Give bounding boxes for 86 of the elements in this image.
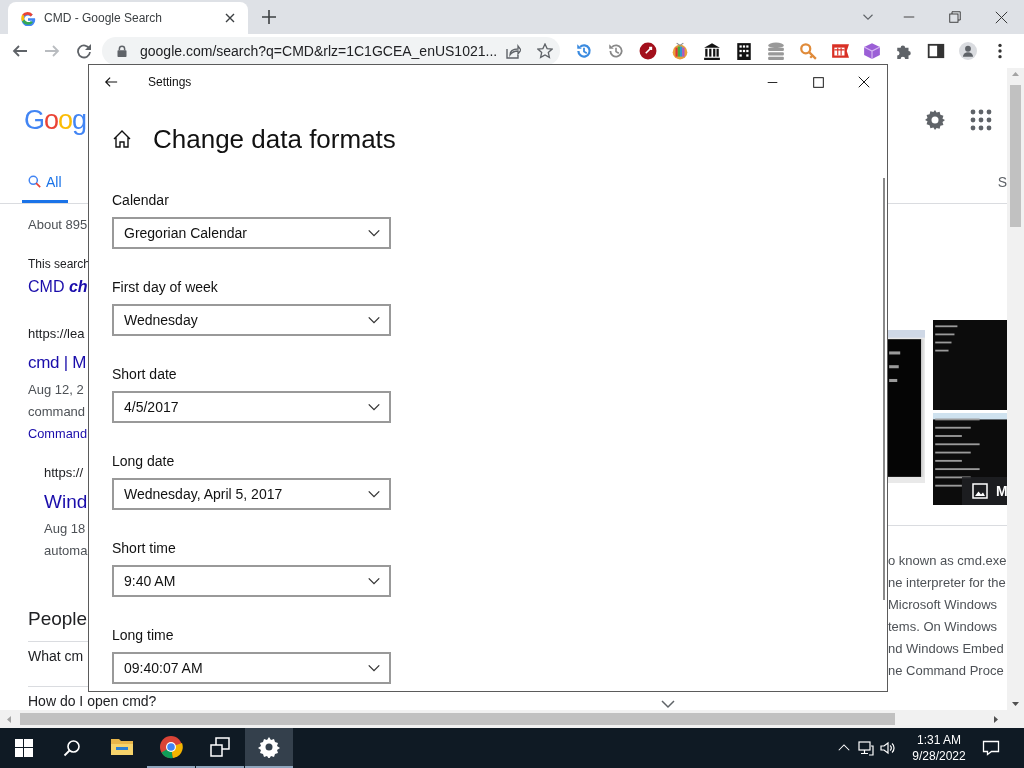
- clock-time[interactable]: 1:31 AM: [917, 732, 961, 748]
- scrollbar[interactable]: [883, 178, 885, 600]
- description-line: Microsoft Windows: [888, 596, 998, 614]
- google-logo[interactable]: Goog: [24, 104, 87, 136]
- description-line: nd Windows Embed: [888, 640, 1004, 658]
- field-label: Long date: [112, 452, 175, 471]
- maximize-icon[interactable]: [812, 76, 824, 88]
- back-icon[interactable]: [12, 43, 28, 59]
- home-icon[interactable]: [112, 129, 132, 149]
- notification-icon[interactable]: [982, 739, 1000, 757]
- network-icon[interactable]: [858, 740, 874, 756]
- search-icon: [28, 175, 41, 188]
- field-label: Long time: [112, 626, 174, 645]
- field-label: Short date: [112, 365, 177, 384]
- side-panel-icon[interactable]: [927, 42, 945, 60]
- description-line: ne Command Proce: [888, 662, 1004, 680]
- snippet-line: Aug 18: [44, 520, 86, 538]
- image-icon: [972, 483, 988, 499]
- clock-icon[interactable]: [607, 42, 625, 60]
- snippet-line: automa: [44, 542, 88, 560]
- windows-icon: [209, 736, 231, 758]
- search-tab[interactable]: S: [997, 172, 1007, 203]
- bank-icon[interactable]: [703, 42, 721, 60]
- clock-icon[interactable]: [575, 42, 593, 60]
- search-icon[interactable]: [63, 739, 81, 757]
- result-title[interactable]: cmd | M: [28, 352, 87, 374]
- calendar-icon[interactable]: [831, 42, 849, 60]
- field-label: Calendar: [112, 191, 169, 210]
- new-tab-icon[interactable]: [261, 9, 277, 25]
- description-line: ne interpreter for the: [888, 574, 1006, 592]
- gear-icon: [258, 736, 280, 758]
- question[interactable]: How do I open cmd?: [28, 694, 157, 708]
- vertical-scrollbar[interactable]: [1007, 68, 1024, 710]
- dropdown[interactable]: Wednesday: [112, 304, 391, 336]
- settings-icon[interactable]: [923, 108, 947, 132]
- browser-icon: [159, 735, 183, 759]
- avatar-icon[interactable]: [959, 42, 977, 60]
- taskbar-app[interactable]: [245, 728, 293, 768]
- star-icon[interactable]: [537, 43, 554, 59]
- result-title[interactable]: Wind: [44, 491, 88, 513]
- restore-icon[interactable]: [949, 11, 961, 23]
- share-icon[interactable]: [505, 43, 522, 59]
- more-images-badge[interactable]: M: [962, 477, 1007, 505]
- snippet-line: Aug 12, 2: [28, 381, 84, 399]
- apps-icon[interactable]: [969, 108, 993, 132]
- dropdown[interactable]: 9:40 AM: [112, 565, 391, 597]
- result-link[interactable]: Command: [28, 423, 88, 445]
- spelling-link[interactable]: CMD ch: [28, 276, 88, 298]
- tv-icon[interactable]: [671, 42, 689, 60]
- field-label: Short time: [112, 539, 176, 558]
- close-icon[interactable]: [994, 10, 1008, 24]
- dropdown[interactable]: 4/5/2017: [112, 391, 391, 423]
- lock-icon: [116, 45, 128, 57]
- question[interactable]: What cm: [28, 649, 84, 663]
- field-label: First day of week: [112, 278, 218, 297]
- volume-icon[interactable]: [880, 740, 896, 756]
- scroll-thumb[interactable]: [1010, 85, 1021, 227]
- database-icon[interactable]: [767, 42, 785, 60]
- close-icon[interactable]: [858, 76, 870, 88]
- result-url[interactable]: https://lea: [28, 323, 85, 345]
- window-title: Settings: [148, 75, 192, 89]
- dropdown[interactable]: Wednesday, April 5, 2017: [112, 478, 391, 510]
- reload-icon[interactable]: [76, 43, 92, 59]
- building-icon[interactable]: [735, 42, 753, 60]
- clock-date[interactable]: 9/28/2022: [912, 748, 966, 764]
- key-icon[interactable]: [799, 42, 817, 60]
- snippet-line: command: [28, 403, 86, 421]
- result-stats: About 895: [28, 216, 88, 234]
- description-line: tems. On Windows: [888, 618, 998, 636]
- scroll-right-icon[interactable]: [993, 715, 998, 723]
- description-line: o known as cmd.exe: [888, 552, 1007, 570]
- search-tab[interactable]: All: [22, 172, 68, 203]
- page-heading: Change data formats: [153, 123, 396, 156]
- start-icon[interactable]: [15, 739, 33, 757]
- result-url[interactable]: https://: [44, 462, 84, 484]
- back-icon[interactable]: [104, 75, 118, 89]
- favicon-icon: [20, 10, 36, 26]
- dropdown[interactable]: 09:40:07 AM: [112, 652, 391, 684]
- dropdown[interactable]: Gregorian Calendar: [112, 217, 391, 249]
- people-heading: People: [28, 608, 88, 630]
- horizontal-scrollbar[interactable]: [0, 710, 1024, 728]
- scroll-down-icon[interactable]: [1012, 702, 1019, 706]
- cube-icon[interactable]: [863, 42, 881, 60]
- disc-icon[interactable]: [639, 42, 657, 60]
- browser-tab[interactable]: CMD - Google Search: [8, 2, 248, 34]
- scroll-thumb[interactable]: [20, 713, 895, 725]
